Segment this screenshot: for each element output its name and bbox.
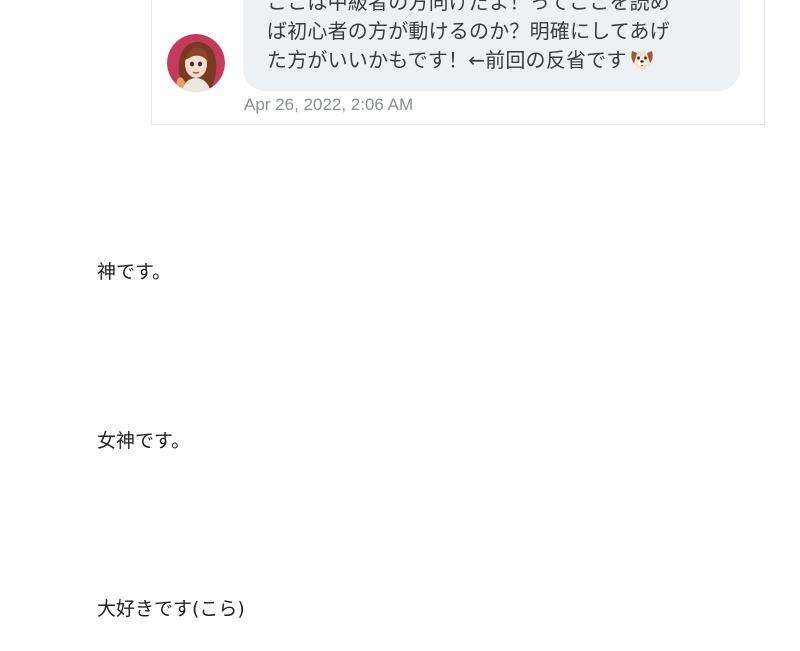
article-line-2: 女神です。: [97, 430, 191, 452]
comment-line-3: た方がいいかもです！←前回の反省です: [267, 48, 627, 72]
user-avatar-illustration: [167, 34, 225, 92]
comment-line-2: ば初心者の方が動けるのか？明確にしてあげ: [267, 19, 670, 43]
article-line-3: 大好きです(こら): [97, 598, 245, 620]
dog-face-icon: [629, 47, 655, 71]
comment-bubble: ここは中級者の方向けだよ！ってここを読め ば初心者の方が動けるのか？明確にしてあ…: [243, 0, 740, 91]
article-line-1: 神です。: [97, 261, 172, 283]
avatar[interactable]: [167, 34, 225, 92]
comment-text: ここは中級者の方向けだよ！ってここを読め ば初心者の方が動けるのか？明確にしてあ…: [267, 0, 729, 75]
comment-line-1: ここは中級者の方向けだよ！ってここを読め: [267, 0, 670, 14]
comment-timestamp: Apr 26, 2022, 2:06 AM: [244, 95, 414, 114]
